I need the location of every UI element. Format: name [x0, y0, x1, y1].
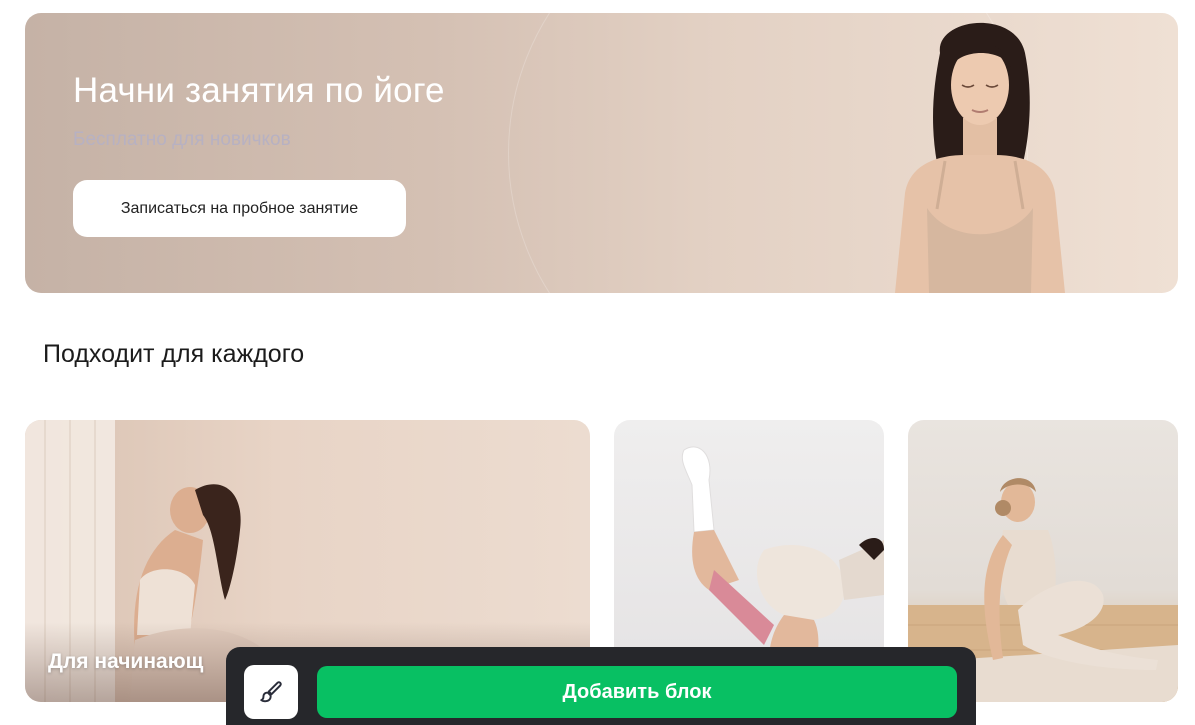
design-button[interactable]: [244, 665, 298, 719]
add-block-button[interactable]: Добавить блок: [317, 666, 957, 718]
page: Начни занятия по йоге Бесплатно для нови…: [0, 0, 1195, 725]
hero-banner: Начни занятия по йоге Бесплатно для нови…: [25, 13, 1178, 293]
card-label-beginners: Для начинающ: [48, 650, 204, 673]
hero-woman-image: [895, 22, 1065, 293]
paintbrush-icon: [260, 681, 282, 703]
trial-signup-button[interactable]: Записаться на пробное занятие: [73, 180, 406, 237]
editor-toolbar: Добавить блок: [226, 647, 976, 725]
hero-title: Начни занятия по йоге: [73, 71, 445, 110]
hero-subtitle: Бесплатно для новичков: [73, 129, 291, 150]
section-title: Подходит для каждого: [43, 340, 305, 368]
